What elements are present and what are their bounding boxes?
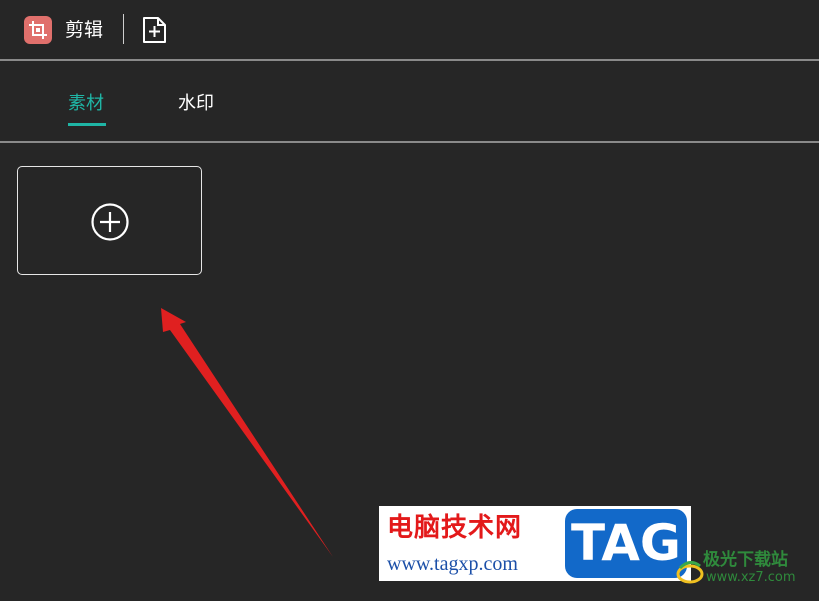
watermark-title: 电脑技术网 — [387, 513, 523, 543]
xz7-watermark-url: www.xz7.com — [706, 570, 796, 585]
watermark-tag-badge: TAG — [565, 509, 687, 578]
xz7-logo-icon — [676, 561, 704, 584]
watermark-url: www.tagxp.com — [387, 553, 518, 575]
tagxp-watermark: 电脑技术网 www.tagxp.com TAG — [379, 506, 691, 581]
xz7-watermark-name: 极光下载站 — [703, 550, 788, 570]
